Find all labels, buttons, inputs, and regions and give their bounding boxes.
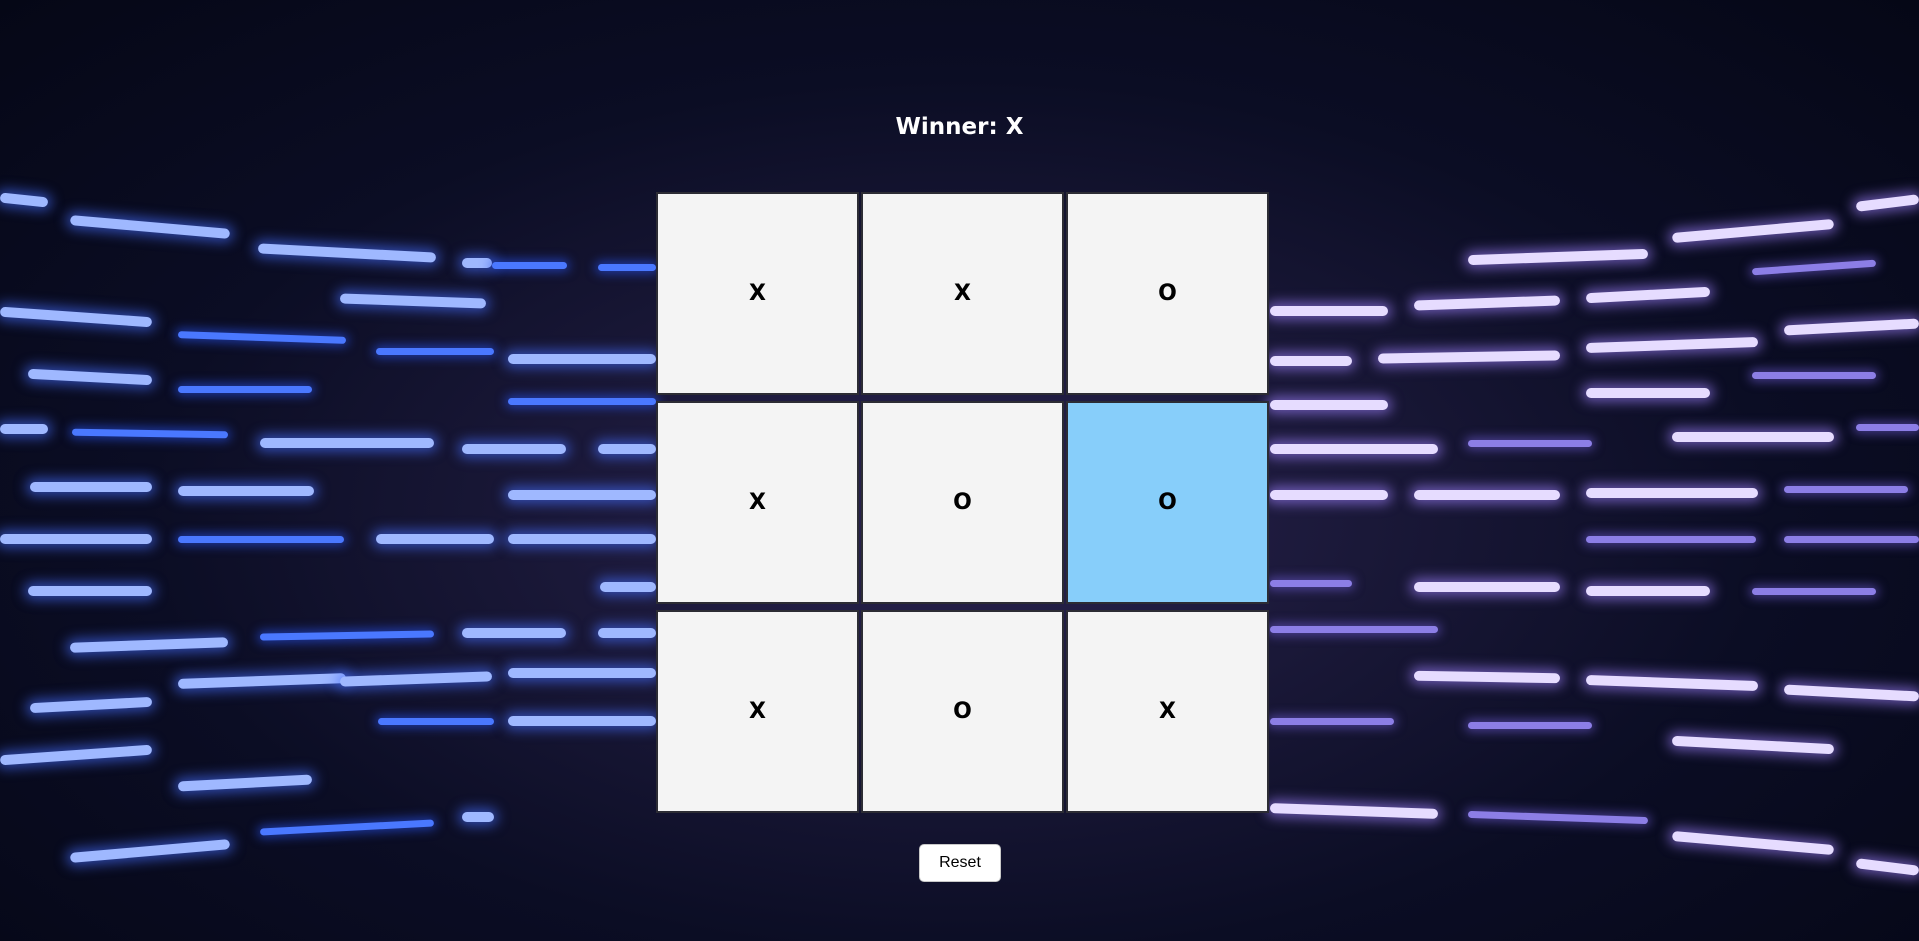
light-streak: [1784, 486, 1908, 493]
light-streak: [1270, 400, 1388, 410]
light-streak: [1586, 536, 1756, 543]
board-cell[interactable]: X: [861, 192, 1064, 395]
reset-button[interactable]: Reset: [919, 844, 1001, 882]
light-streak: [339, 671, 493, 687]
light-streak: [378, 718, 494, 725]
light-streak: [1467, 810, 1649, 825]
light-streak: [27, 368, 153, 386]
light-streak: [178, 486, 314, 496]
light-streak: [1413, 295, 1561, 311]
light-streak: [462, 258, 492, 268]
light-streak: [376, 348, 494, 355]
light-streak: [0, 306, 153, 328]
light-streak: [1377, 350, 1561, 364]
light-streak: [339, 293, 487, 309]
light-streak: [1856, 424, 1919, 431]
light-streak: [1414, 582, 1560, 592]
light-streak: [1784, 536, 1919, 543]
board-cell[interactable]: X: [1066, 610, 1269, 813]
light-streak: [1586, 488, 1758, 498]
light-streak: [1671, 830, 1835, 856]
light-streak: [1585, 286, 1711, 304]
light-streak: [462, 444, 566, 454]
light-streak: [1855, 194, 1919, 212]
light-streak: [508, 398, 656, 405]
light-streak: [462, 628, 566, 638]
light-streak: [600, 582, 656, 592]
light-streak: [1414, 490, 1560, 500]
light-streak: [1752, 372, 1876, 379]
game-status: Winner: X: [895, 114, 1024, 140]
board-cell[interactable]: X: [656, 401, 859, 604]
light-streak: [508, 668, 656, 678]
light-streak: [1270, 718, 1394, 725]
light-streak: [1586, 388, 1710, 398]
light-streak: [1270, 490, 1388, 500]
light-streak: [260, 438, 434, 448]
game-board: X X O X O O X O X: [656, 192, 1269, 813]
light-streak: [177, 331, 347, 344]
board-cell[interactable]: X: [656, 610, 859, 813]
light-streak: [1783, 684, 1919, 702]
light-streak: [69, 839, 231, 863]
light-streak: [598, 628, 656, 638]
light-streak: [1783, 318, 1919, 336]
board-cell[interactable]: O: [861, 610, 1064, 813]
light-streak: [1468, 440, 1592, 447]
light-streak: [1270, 356, 1352, 366]
light-streak: [508, 534, 656, 544]
light-streak: [1468, 722, 1592, 729]
board-cell[interactable]: X: [656, 192, 859, 395]
light-streak: [508, 490, 656, 500]
light-streak: [1671, 735, 1835, 755]
board-cell[interactable]: O: [861, 401, 1064, 604]
light-streak: [1270, 444, 1438, 454]
board-cell[interactable]: O: [1066, 401, 1269, 604]
light-streak: [598, 264, 656, 271]
light-streak: [69, 637, 229, 653]
light-streak: [0, 424, 48, 434]
light-streak: [1585, 337, 1759, 353]
light-streak: [177, 673, 347, 689]
light-streak: [259, 630, 435, 641]
light-streak: [259, 819, 435, 836]
light-streak: [1751, 259, 1877, 276]
light-streak: [1413, 670, 1561, 684]
light-streak: [1855, 858, 1919, 876]
light-streak: [1467, 248, 1649, 266]
light-streak: [1269, 803, 1439, 819]
light-streak: [69, 215, 231, 239]
light-streak: [1752, 588, 1876, 595]
light-streak: [376, 534, 494, 544]
light-streak: [0, 744, 153, 766]
light-streak: [1672, 432, 1834, 442]
light-streak: [0, 534, 152, 544]
light-streak: [598, 444, 656, 454]
light-streak: [1585, 675, 1759, 691]
light-streak: [177, 774, 313, 792]
light-streak: [1586, 586, 1710, 596]
light-streak: [71, 428, 229, 439]
light-streak: [508, 716, 656, 726]
light-streak: [1270, 306, 1388, 316]
light-streak: [1671, 218, 1835, 244]
light-streak: [30, 482, 152, 492]
light-streak: [29, 696, 153, 714]
light-streak: [508, 354, 656, 364]
light-streak: [492, 262, 567, 269]
light-streak: [178, 386, 312, 393]
light-streak: [257, 243, 437, 263]
light-streak: [28, 586, 152, 596]
light-streak: [1270, 626, 1438, 633]
board-cell[interactable]: O: [1066, 192, 1269, 395]
light-streak: [178, 536, 344, 543]
light-streak: [0, 192, 49, 208]
light-streak: [1270, 580, 1352, 587]
light-streak: [462, 812, 494, 822]
